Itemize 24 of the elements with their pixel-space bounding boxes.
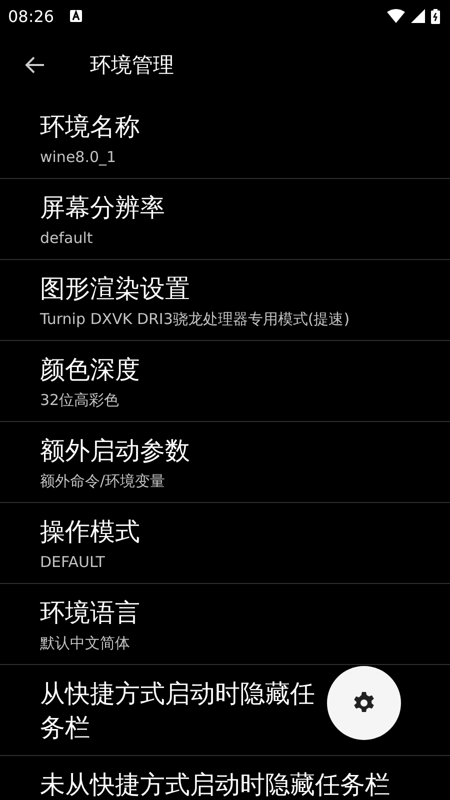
setting-title: 从快捷方式启动时隐藏任务栏 <box>40 678 316 744</box>
setting-value: 额外命令/环境变量 <box>40 471 166 492</box>
notification-icon <box>70 10 82 22</box>
wifi-icon <box>387 9 405 23</box>
setting-value: DEFAULT <box>40 552 106 573</box>
setting-value: wine8.0_1 <box>40 147 118 168</box>
screen-title: 环境管理 <box>90 52 174 79</box>
setting-title: 操作模式 <box>40 516 141 548</box>
setting-value: Turnip DXVK DRI3骁龙处理器专用模式(提速) <box>40 309 351 330</box>
signal-icon <box>411 9 425 23</box>
setting-title: 图形渲染设置 <box>40 273 191 305</box>
back-arrow-icon[interactable] <box>25 56 45 74</box>
setting-title: 额外启动参数 <box>40 435 191 467</box>
status-time: 08:26 <box>8 6 54 26</box>
setting-value: 默认中文简体 <box>40 633 131 654</box>
setting-title: 环境语言 <box>40 597 141 629</box>
battery-icon <box>431 8 440 24</box>
setting-value: 32位高彩色 <box>40 390 120 411</box>
setting-value: default <box>40 228 94 249</box>
setting-title: 颜色深度 <box>40 354 141 386</box>
setting-title: 屏幕分辨率 <box>40 192 166 224</box>
settings-icon <box>352 691 376 715</box>
setting-title: 环境名称 <box>40 111 141 143</box>
setting-title: 未从快捷方式启动时隐藏任务栏 <box>40 769 391 800</box>
